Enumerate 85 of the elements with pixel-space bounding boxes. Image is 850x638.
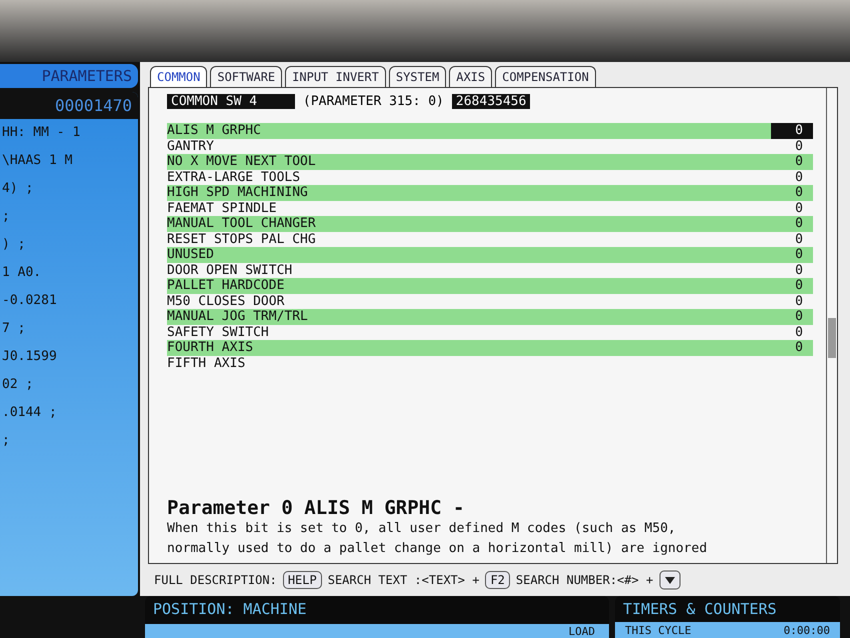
panel-title: TIMERS & COUNTERS <box>622 599 778 620</box>
down-arrow-key-icon[interactable] <box>659 570 682 590</box>
program-line: ) ; <box>1 236 26 254</box>
bit-value: 0 <box>794 185 804 200</box>
panel-title: PARAMETERS <box>0 64 138 88</box>
description-text: normally used to do a pallet change on a horizontal mill) are ignored <box>167 540 708 558</box>
tab[interactable]: INPUT INVERT <box>285 66 386 87</box>
bit-row[interactable]: FAEMAT SPINDLE 0 <box>167 200 813 216</box>
bit-name: DOOR OPEN SWITCH <box>167 262 292 278</box>
bit-value: 0 <box>794 200 804 216</box>
program-line: ; <box>1 208 11 226</box>
bit-name: GANTRY <box>167 138 214 154</box>
bit-row[interactable]: MANUAL TOOL CHANGER 0 <box>167 216 813 232</box>
description-text: When this bit is set to 0, all user defined M codes (such as M50, <box>167 520 677 538</box>
bit-name: FAEMAT SPINDLE <box>167 200 277 216</box>
bit-value: 0 <box>794 324 804 340</box>
bit-row[interactable]: MANUAL JOG TRM/TRL 0 <box>167 309 813 324</box>
program-line: \HAAS 1 M <box>1 152 74 170</box>
tab[interactable]: AXIS <box>449 66 492 87</box>
program-line: 1 A0. <box>1 264 42 282</box>
bit-row[interactable]: FOURTH AXIS 0 <box>167 340 813 356</box>
program-line: -0.0281 <box>1 292 58 310</box>
panel-title: POSITION: MACHINE <box>152 599 308 620</box>
bit-value: 0 <box>794 232 804 247</box>
bit-value: 0 <box>794 340 804 356</box>
bit-name: EXTRA-LARGE TOOLS <box>167 170 300 185</box>
scrollbar[interactable] <box>826 88 837 563</box>
f2-key[interactable]: F2 <box>485 571 510 589</box>
bit-row[interactable]: RESET STOPS PAL CHG 0 <box>167 232 813 247</box>
help-label: FULL DESCRIPTION: <box>154 573 277 587</box>
parameter-name: COMMON SW 4 <box>167 94 295 109</box>
bit-value: 0 <box>794 309 804 324</box>
bit-row[interactable]: M50 CLOSES DOOR 0 <box>167 294 813 309</box>
bit-name: NO X MOVE NEXT TOOL <box>167 154 316 170</box>
program-number: 00001470 <box>0 92 138 119</box>
bit-row[interactable]: SAFETY SWITCH 0 <box>167 324 813 340</box>
program-line: .0144 ; <box>1 404 58 422</box>
bit-name: HIGH SPD MACHINING <box>167 185 308 200</box>
bit-value: 0 <box>794 294 804 309</box>
tab[interactable]: SYSTEM <box>388 66 446 87</box>
tab[interactable]: SOFTWARE <box>210 66 282 87</box>
column-header: LOAD <box>568 625 595 638</box>
bit-row[interactable]: HIGH SPD MACHINING 0 <box>167 185 813 200</box>
bit-name: FOURTH AXIS <box>167 340 254 356</box>
parameter-value: 268435456 <box>452 94 530 109</box>
bit-name: UNUSED <box>167 247 214 262</box>
bit-row[interactable]: PALLET HARDCODE 0 <box>167 278 813 294</box>
parameter-label: (PARAMETER 315: 0) <box>303 94 444 109</box>
bit-value: 0 <box>794 154 804 170</box>
bit-name: FIFTH AXIS <box>167 356 246 371</box>
bit-name: MANUAL JOG TRM/TRL <box>167 309 308 324</box>
bit-value: 0 <box>771 123 813 138</box>
help-label: SEARCH NUMBER:<#> + <box>516 573 654 587</box>
bit-value: 0 <box>794 138 804 154</box>
bit-row[interactable]: ALIS M GRPHC 0 <box>167 123 813 138</box>
program-line: ; <box>1 432 11 450</box>
timer-value: 0:00:00 <box>784 624 830 637</box>
bit-row[interactable]: UNUSED 0 <box>167 247 813 262</box>
program-line: HH: MM - 1 <box>1 124 82 142</box>
bit-value: 0 <box>794 170 804 185</box>
bit-value: 0 <box>794 216 804 232</box>
program-line: 02 ; <box>1 376 34 394</box>
description-title: Parameter 0 ALIS M GRPHC - <box>167 497 466 519</box>
bit-row[interactable]: GANTRY 0 <box>167 138 813 154</box>
program-line: 4) ; <box>1 180 34 198</box>
tab[interactable]: COMMON <box>150 66 208 87</box>
bit-name: PALLET HARDCODE <box>167 278 284 294</box>
program-line: 7 ; <box>1 320 26 338</box>
bit-name: M50 CLOSES DOOR <box>167 294 284 309</box>
bit-value: 0 <box>794 247 804 262</box>
bit-row[interactable]: DOOR OPEN SWITCH 0 <box>167 262 813 278</box>
help-key[interactable]: HELP <box>282 571 322 589</box>
bit-name: RESET STOPS PAL CHG <box>167 232 316 247</box>
bit-value: 0 <box>794 278 804 294</box>
bit-row[interactable]: FIFTH AXIS <box>167 356 813 371</box>
bit-value: 0 <box>794 262 804 278</box>
bit-row[interactable]: EXTRA-LARGE TOOLS 0 <box>167 170 813 185</box>
help-label: SEARCH TEXT :<TEXT> + <box>328 573 480 587</box>
timer-label: THIS CYCLE <box>625 624 692 637</box>
tab[interactable]: COMPENSATION <box>495 66 596 87</box>
program-line: J0.1599 <box>1 348 58 366</box>
bit-name: ALIS M GRPHC <box>167 123 261 138</box>
bit-row[interactable]: NO X MOVE NEXT TOOL 0 <box>167 154 813 170</box>
bit-name: MANUAL TOOL CHANGER <box>167 216 316 232</box>
bit-name: SAFETY SWITCH <box>167 324 269 340</box>
